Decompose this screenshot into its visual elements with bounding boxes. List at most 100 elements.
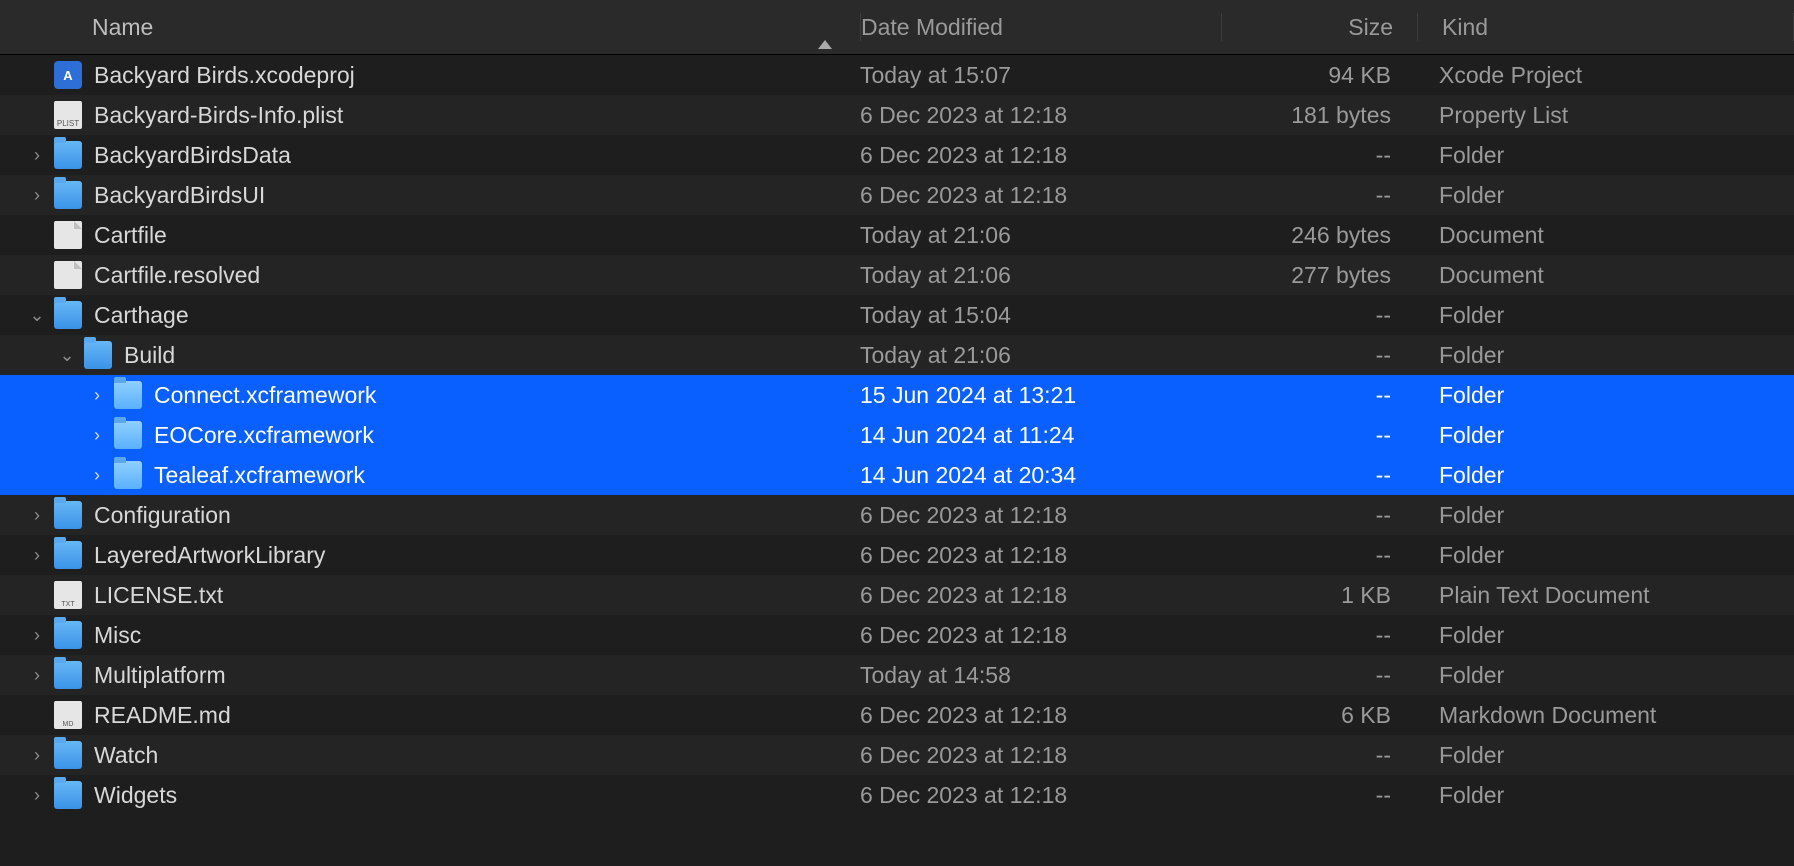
file-name: BackyardBirdsUI (94, 182, 265, 209)
disclosure-right-icon[interactable]: › (24, 185, 50, 206)
file-row-name-cell: › Multiplatform (0, 661, 860, 689)
text-file-icon: TXT (54, 581, 82, 609)
xcode-project-icon: A (54, 61, 82, 89)
disclosure-right-icon[interactable]: › (84, 465, 110, 486)
file-name: Backyard-Birds-Info.plist (94, 102, 343, 129)
file-size: 181 bytes (1220, 102, 1415, 129)
file-row[interactable]: ›Cartfile.resolvedToday at 21:06277 byte… (0, 255, 1794, 295)
file-size: -- (1220, 542, 1415, 569)
file-name: Multiplatform (94, 662, 226, 689)
file-name: Build (124, 342, 175, 369)
folder-icon (54, 661, 82, 689)
file-row[interactable]: ›Connect.xcframework15 Jun 2024 at 13:21… (0, 375, 1794, 415)
disclosure-right-icon[interactable]: › (24, 545, 50, 566)
file-size: -- (1220, 302, 1415, 329)
file-kind: Folder (1415, 182, 1794, 209)
folder-icon (114, 461, 142, 489)
file-row-name-cell: › Tealeaf.xcframework (0, 461, 860, 489)
file-size: -- (1220, 342, 1415, 369)
column-header-name[interactable]: Name (0, 0, 860, 54)
folder-icon (54, 501, 82, 529)
file-row-name-cell: ›Configuration (0, 501, 860, 529)
file-kind: Xcode Project (1415, 62, 1794, 89)
file-row[interactable]: ›CartfileToday at 21:06246 bytesDocument (0, 215, 1794, 255)
file-row[interactable]: ›Widgets6 Dec 2023 at 12:18--Folder (0, 775, 1794, 815)
disclosure-right-icon[interactable]: › (84, 425, 110, 446)
file-size: 6 KB (1220, 702, 1415, 729)
file-row[interactable]: ›Misc6 Dec 2023 at 12:18--Folder (0, 615, 1794, 655)
file-name: Cartfile (94, 222, 167, 249)
disclosure-down-icon[interactable]: ⌄ (54, 345, 80, 366)
file-row[interactable]: ⌄BuildToday at 21:06--Folder (0, 335, 1794, 375)
file-name: LICENSE.txt (94, 582, 223, 609)
file-kind: Folder (1415, 462, 1794, 489)
disclosure-right-icon[interactable]: › (24, 505, 50, 526)
file-row-name-cell: ›Connect.xcframework (0, 381, 860, 409)
column-header-kind-label: Kind (1442, 14, 1488, 41)
disclosure-right-icon[interactable]: › (24, 665, 50, 686)
file-name: Carthage (94, 302, 189, 329)
file-row-name-cell: ⌄ Build (0, 341, 860, 369)
plist-file-icon: PLIST (54, 101, 82, 129)
file-row[interactable]: ›LayeredArtworkLibrary6 Dec 2023 at 12:1… (0, 535, 1794, 575)
file-name: Cartfile.resolved (94, 262, 260, 289)
file-size: -- (1220, 662, 1415, 689)
file-row[interactable]: ›Configuration6 Dec 2023 at 12:18--Folde… (0, 495, 1794, 535)
disclosure-down-icon[interactable]: ⌄ (24, 305, 50, 326)
file-name: Tealeaf.xcframework (154, 462, 365, 489)
file-date: 15 Jun 2024 at 13:21 (860, 382, 1220, 409)
file-kind: Folder (1415, 142, 1794, 169)
file-name: BackyardBirdsData (94, 142, 291, 169)
file-size: 246 bytes (1220, 222, 1415, 249)
disclosure-right-icon[interactable]: › (24, 145, 50, 166)
folder-icon (84, 341, 112, 369)
file-row-name-cell: ›LayeredArtworkLibrary (0, 541, 860, 569)
column-header-date[interactable]: Date Modified (861, 0, 1221, 54)
file-row[interactable]: ›ABackyard Birds.xcodeprojToday at 15:07… (0, 55, 1794, 95)
column-header-kind[interactable]: Kind (1418, 0, 1793, 54)
file-row[interactable]: ›TXTLICENSE.txt6 Dec 2023 at 12:181 KBPl… (0, 575, 1794, 615)
file-row-name-cell: ›TXTLICENSE.txt (0, 581, 860, 609)
disclosure-right-icon[interactable]: › (24, 785, 50, 806)
document-icon (54, 221, 82, 249)
file-kind: Document (1415, 262, 1794, 289)
column-header-size[interactable]: Size (1222, 0, 1417, 54)
disclosure-right-icon[interactable]: › (24, 625, 50, 646)
column-header-size-label: Size (1348, 14, 1393, 41)
file-row-name-cell: ›Watch (0, 741, 860, 769)
file-row[interactable]: ›Tealeaf.xcframework14 Jun 2024 at 20:34… (0, 455, 1794, 495)
file-size: -- (1220, 142, 1415, 169)
file-row-name-cell: ›PLISTBackyard-Birds-Info.plist (0, 101, 860, 129)
disclosure-right-icon[interactable]: › (84, 385, 110, 406)
file-row[interactable]: ›EOCore.xcframework14 Jun 2024 at 11:24-… (0, 415, 1794, 455)
document-icon (54, 261, 82, 289)
file-row[interactable]: ›Watch6 Dec 2023 at 12:18--Folder (0, 735, 1794, 775)
file-row[interactable]: ›BackyardBirdsUI6 Dec 2023 at 12:18--Fol… (0, 175, 1794, 215)
folder-icon (54, 141, 82, 169)
file-row-name-cell: ›Widgets (0, 781, 860, 809)
file-row-name-cell: ›Cartfile (0, 221, 860, 249)
file-size: -- (1220, 782, 1415, 809)
disclosure-right-icon[interactable]: › (24, 745, 50, 766)
file-row[interactable]: ›BackyardBirdsData6 Dec 2023 at 12:18--F… (0, 135, 1794, 175)
file-date: 6 Dec 2023 at 12:18 (860, 782, 1220, 809)
file-row[interactable]: ›MultiplatformToday at 14:58--Folder (0, 655, 1794, 695)
folder-icon (114, 421, 142, 449)
file-row-name-cell: › BackyardBirdsUI (0, 181, 860, 209)
file-date: 6 Dec 2023 at 12:18 (860, 102, 1220, 129)
file-date: Today at 21:06 (860, 222, 1220, 249)
file-size: 94 KB (1220, 62, 1415, 89)
file-row[interactable]: ›PLISTBackyard-Birds-Info.plist6 Dec 202… (0, 95, 1794, 135)
folder-icon (54, 741, 82, 769)
file-date: 6 Dec 2023 at 12:18 (860, 582, 1220, 609)
file-list: ›ABackyard Birds.xcodeprojToday at 15:07… (0, 55, 1794, 815)
file-name: Backyard Birds.xcodeproj (94, 62, 355, 89)
file-row[interactable]: ⌄CarthageToday at 15:04--Folder (0, 295, 1794, 335)
file-kind: Folder (1415, 382, 1794, 409)
file-kind: Folder (1415, 502, 1794, 529)
file-size: -- (1220, 622, 1415, 649)
folder-icon (54, 541, 82, 569)
file-row[interactable]: ›MDREADME.md6 Dec 2023 at 12:186 KBMarkd… (0, 695, 1794, 735)
file-date: Today at 21:06 (860, 342, 1220, 369)
markdown-file-icon: MD (54, 701, 82, 729)
